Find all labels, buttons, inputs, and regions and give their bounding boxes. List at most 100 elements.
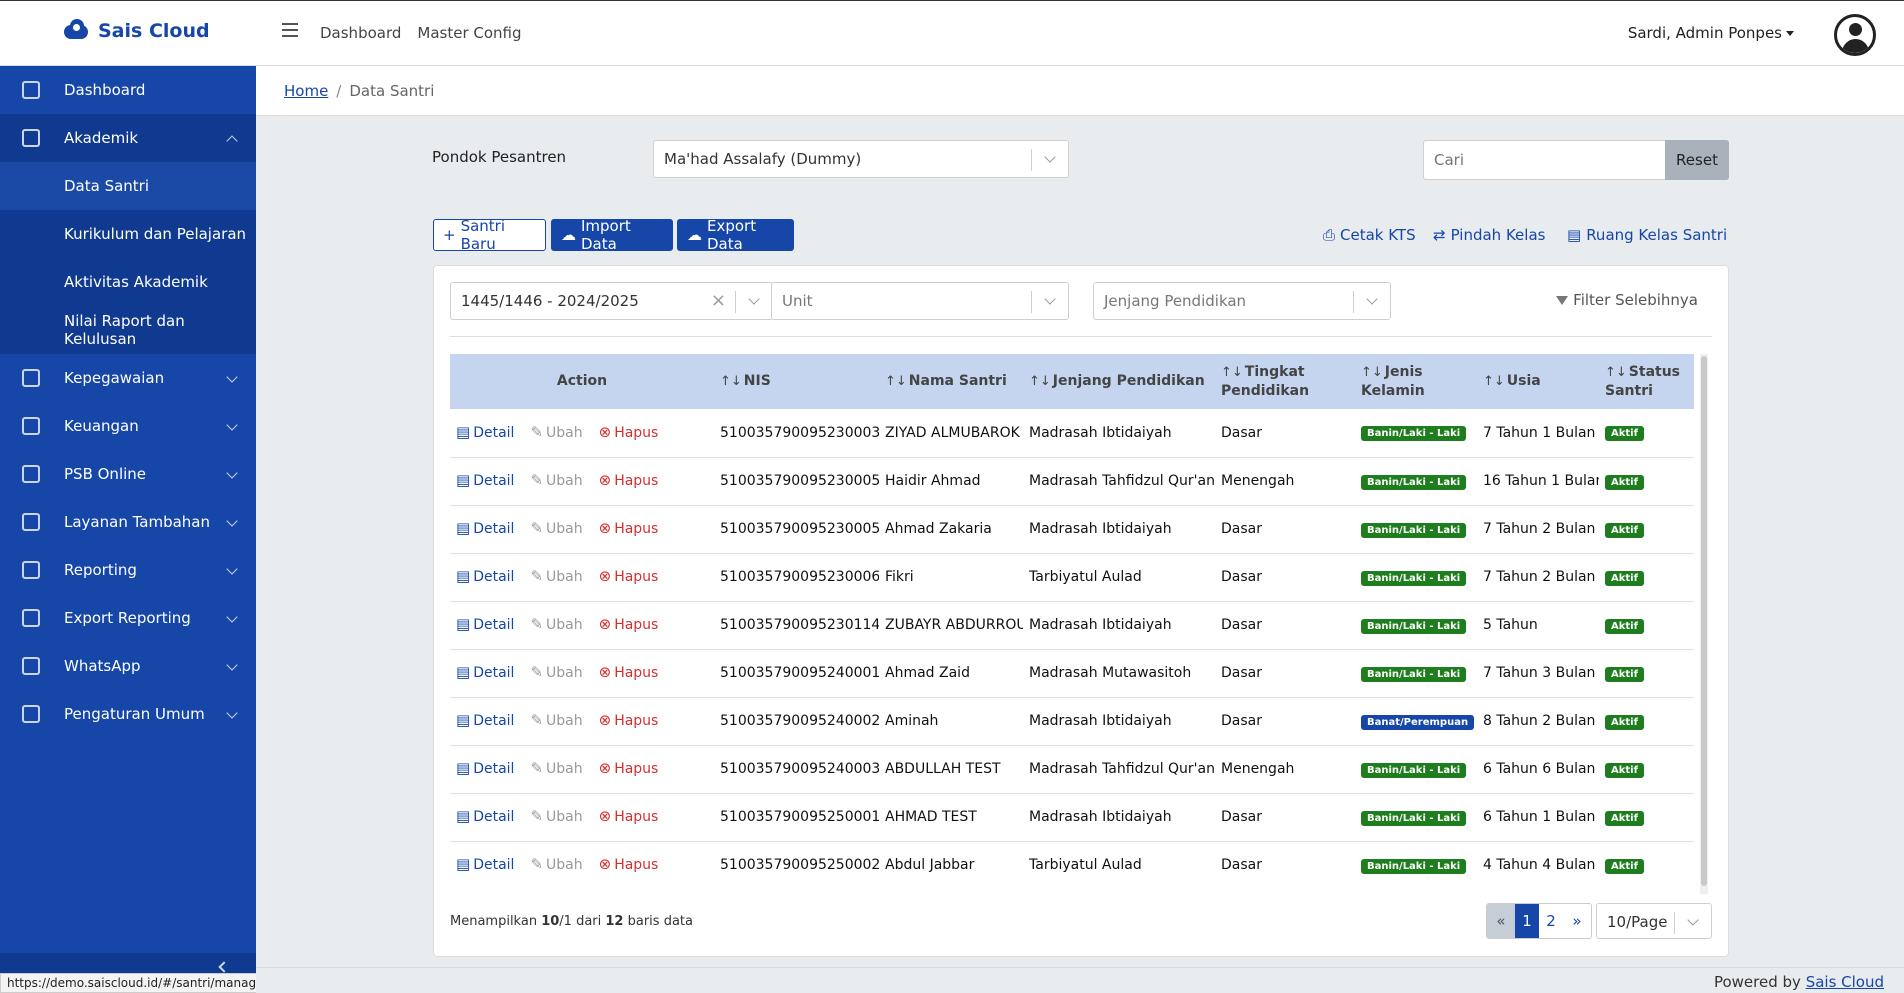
cell-nama: Ahmad Zakaria bbox=[879, 505, 1023, 554]
detail-button[interactable]: ▤ Detail bbox=[456, 569, 514, 585]
pindah-kelas-button[interactable]: ⇄ Pindah Kelas bbox=[1433, 226, 1545, 244]
col-header-jenjang[interactable]: ↑↓ Jenjang Pendidikan bbox=[1023, 354, 1215, 409]
detail-button[interactable]: ▤ Detail bbox=[456, 809, 514, 825]
top-nav-dashboard[interactable]: Dashboard bbox=[320, 24, 401, 42]
clear-icon[interactable]: × bbox=[711, 290, 726, 311]
tahun-ajaran-select[interactable]: 1445/1446 - 2024/2025 × bbox=[450, 282, 773, 320]
app-logo[interactable]: Sais Cloud bbox=[62, 19, 210, 43]
row-actions: ▤ Detail ✎ Ubah ⊗ Hapus bbox=[450, 745, 714, 794]
hapus-button[interactable]: ⊗ Hapus bbox=[599, 713, 659, 729]
sidebar-item-kepegawaian[interactable]: Kepegawaian bbox=[0, 354, 256, 402]
hapus-button[interactable]: ⊗ Hapus bbox=[599, 569, 659, 585]
sidebar-subitem-aktivitas[interactable]: Aktivitas Akademik bbox=[0, 258, 256, 306]
santri-baru-button[interactable]: + Santri Baru bbox=[433, 217, 546, 253]
cell-status: Aktif bbox=[1599, 553, 1694, 602]
footer-link[interactable]: Sais Cloud bbox=[1806, 973, 1884, 991]
pondok-select[interactable]: Ma'had Assalafy (Dummy) bbox=[653, 140, 1069, 178]
jenjang-select[interactable]: Jenjang Pendidikan bbox=[1093, 282, 1391, 320]
ubah-button[interactable]: ✎ Ubah bbox=[530, 857, 582, 873]
detail-button[interactable]: ▤ Detail bbox=[456, 617, 514, 633]
hapus-button[interactable]: ⊗ Hapus bbox=[599, 617, 659, 633]
table-row: ▤ Detail ✎ Ubah ⊗ Hapus 510035790095240002 Amin… bbox=[450, 697, 1694, 746]
col-header-nama[interactable]: ↑↓ Nama Santri bbox=[879, 354, 1023, 409]
search-input[interactable] bbox=[1423, 140, 1667, 180]
hapus-button[interactable]: ⊗ Hapus bbox=[599, 665, 659, 681]
row-actions: ▤ Detail ✎ Ubah ⊗ Hapus bbox=[450, 409, 714, 458]
document-icon: ▤ bbox=[456, 423, 471, 441]
hapus-button[interactable]: ⊗ Hapus bbox=[599, 809, 659, 825]
chevron-down-icon bbox=[226, 659, 238, 671]
avatar[interactable] bbox=[1834, 14, 1876, 56]
col-header-jenis-kelamin[interactable]: ↑↓ Jenis Kelamin bbox=[1355, 354, 1477, 409]
ubah-button[interactable]: ✎ Ubah bbox=[530, 761, 582, 777]
per-page-select[interactable]: 10/Page bbox=[1596, 903, 1712, 939]
hapus-button[interactable]: ⊗ Hapus bbox=[599, 473, 659, 489]
sidebar-item-pengaturan-umum[interactable]: Pengaturan Umum bbox=[0, 690, 256, 738]
collapse-sidebar-icon[interactable] bbox=[218, 961, 230, 973]
hapus-button[interactable]: ⊗ Hapus bbox=[599, 857, 659, 873]
detail-button[interactable]: ▤ Detail bbox=[456, 713, 514, 729]
ubah-button[interactable]: ✎ Ubah bbox=[530, 665, 582, 681]
detail-button[interactable]: ▤ Detail bbox=[456, 425, 514, 441]
cell-jenis-kelamin: Banin/Laki - Laki bbox=[1355, 409, 1477, 458]
ubah-button[interactable]: ✎ Ubah bbox=[530, 713, 582, 729]
sidebar-item-reporting[interactable]: Reporting bbox=[0, 546, 256, 594]
page-2-button[interactable]: 2 bbox=[1539, 904, 1563, 938]
breadcrumb-home-link[interactable]: Home bbox=[284, 82, 328, 100]
last-page-icon[interactable]: » bbox=[1563, 904, 1591, 938]
detail-button[interactable]: ▤ Detail bbox=[456, 857, 514, 873]
sidebar-item-whatsapp[interactable]: WhatsApp bbox=[0, 642, 256, 690]
sidebar-item-psb-online[interactable]: PSB Online bbox=[0, 450, 256, 498]
ubah-button[interactable]: ✎ Ubah bbox=[530, 809, 582, 825]
sidebar-item-keuangan[interactable]: Keuangan bbox=[0, 402, 256, 450]
col-header-status[interactable]: ↑↓ Status Santri bbox=[1599, 354, 1694, 409]
export-data-button[interactable]: ☁ Export Data bbox=[677, 217, 794, 253]
sidebar-item-export-reporting[interactable]: Export Reporting bbox=[0, 594, 256, 642]
sidebar-item-label: Keuangan bbox=[64, 417, 139, 435]
filter-selebihnya-button[interactable]: Filter Selebihnya bbox=[1556, 291, 1698, 309]
sidebar-subitem-nilai-raport[interactable]: Nilai Raport dan Kelulusan bbox=[0, 306, 256, 354]
document-icon: ▤ bbox=[456, 615, 471, 634]
sidebar-subitem-data-santri[interactable]: Data Santri bbox=[0, 162, 256, 210]
ubah-button[interactable]: ✎ Ubah bbox=[530, 425, 582, 441]
detail-button[interactable]: ▤ Detail bbox=[456, 665, 514, 681]
chevron-down-icon bbox=[1366, 293, 1378, 305]
reset-button[interactable]: Reset bbox=[1665, 140, 1729, 180]
user-menu[interactable]: Sardi, Admin Ponpes bbox=[1628, 24, 1794, 42]
page-1-button[interactable]: 1 bbox=[1515, 904, 1539, 938]
detail-button[interactable]: ▤ Detail bbox=[456, 521, 514, 537]
hapus-button[interactable]: ⊗ Hapus bbox=[599, 761, 659, 777]
sidebar-item-label: PSB Online bbox=[64, 465, 147, 483]
hapus-button[interactable]: ⊗ Hapus bbox=[599, 521, 659, 537]
hapus-button[interactable]: ⊗ Hapus bbox=[599, 425, 659, 441]
top-nav-master-config[interactable]: Master Config bbox=[417, 24, 521, 42]
col-header-tingkat[interactable]: ↑↓ Tingkat Pendidikan bbox=[1215, 354, 1355, 409]
browser-status-url: https://demo.saiscloud.id/#/santri/manag… bbox=[0, 973, 271, 993]
ubah-button[interactable]: ✎ Ubah bbox=[530, 617, 582, 633]
row-actions: ▤ Detail ✎ Ubah ⊗ Hapus bbox=[450, 601, 714, 650]
detail-button[interactable]: ▤ Detail bbox=[456, 761, 514, 777]
cell-jenis-kelamin: Banin/Laki - Laki bbox=[1355, 601, 1477, 650]
col-header-usia[interactable]: ↑↓ Usia bbox=[1477, 354, 1599, 409]
cetak-kts-button[interactable]: ⎙ Cetak KTS bbox=[1323, 226, 1416, 244]
pindah-kelas-label: Pindah Kelas bbox=[1450, 226, 1546, 244]
status-badge: Aktif bbox=[1605, 570, 1644, 586]
detail-button[interactable]: ▤ Detail bbox=[456, 473, 514, 489]
sidebar-item-layanan-tambahan[interactable]: Layanan Tambahan bbox=[0, 498, 256, 546]
sidebar-item-dashboard[interactable]: Dashboard bbox=[0, 66, 256, 114]
import-data-button[interactable]: ☁ Import Data bbox=[551, 217, 673, 253]
ubah-button[interactable]: ✎ Ubah bbox=[530, 569, 582, 585]
status-badge: Aktif bbox=[1605, 858, 1644, 874]
sidebar-item-akademik[interactable]: Akademik bbox=[0, 114, 256, 162]
ubah-button[interactable]: ✎ Ubah bbox=[530, 473, 582, 489]
sidebar-subitem-kurikulum[interactable]: Kurikulum dan Pelajaran bbox=[0, 210, 256, 258]
col-header-nis[interactable]: ↑↓ NIS bbox=[714, 354, 879, 409]
table-scrollbar[interactable] bbox=[1700, 354, 1708, 894]
app-name: Sais Cloud bbox=[98, 20, 210, 42]
first-page-icon[interactable]: « bbox=[1487, 904, 1515, 938]
ruang-kelas-button[interactable]: ▤ Ruang Kelas Santri bbox=[1567, 226, 1727, 244]
menu-toggle-icon[interactable] bbox=[282, 23, 298, 37]
unit-select[interactable]: Unit bbox=[771, 282, 1069, 320]
ubah-button[interactable]: ✎ Ubah bbox=[530, 521, 582, 537]
table-row: ▤ Detail ✎ Ubah ⊗ Hapus 510035790095250001 AHMA… bbox=[450, 793, 1694, 842]
